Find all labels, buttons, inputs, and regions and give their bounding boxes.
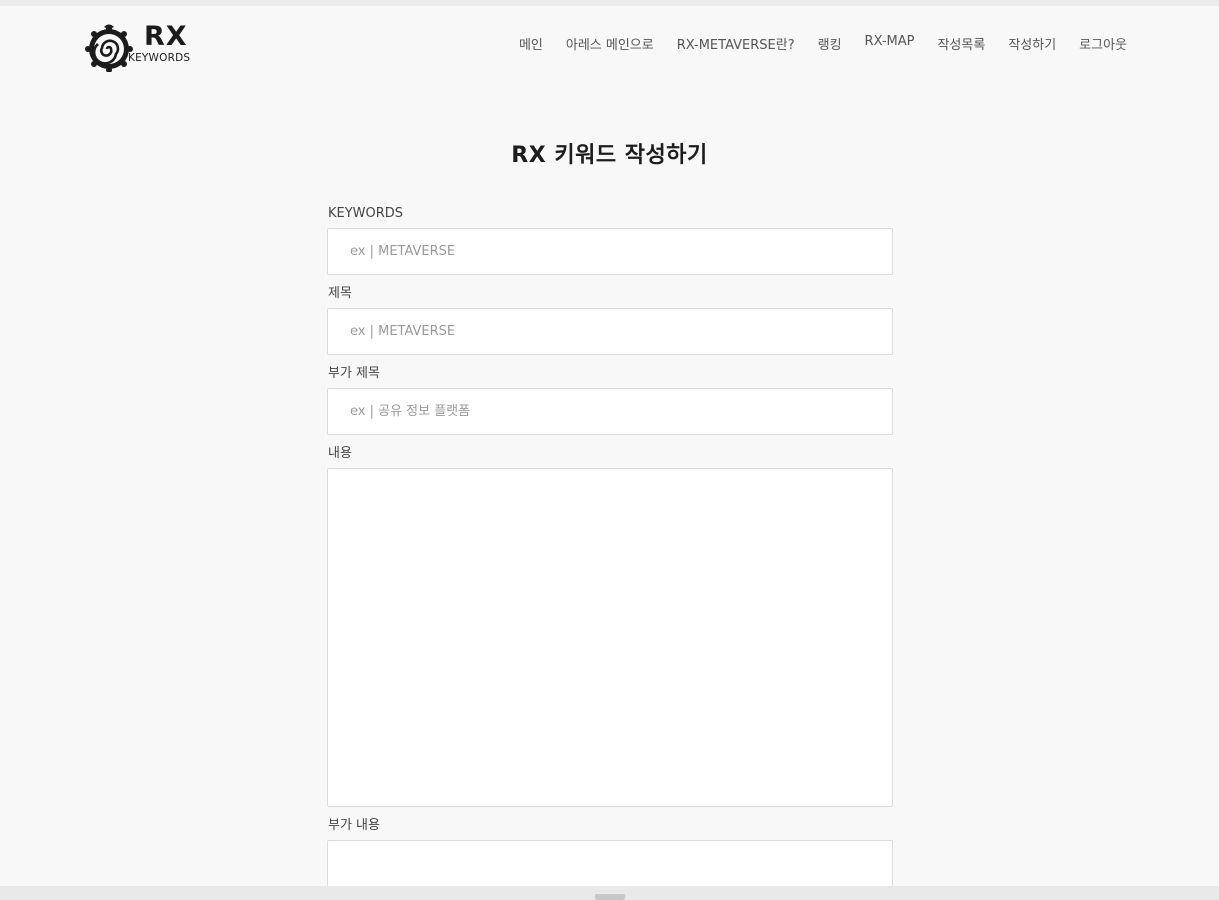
site-logo[interactable]: RX KEYWORDS: [84, 20, 214, 74]
nav-item-write[interactable]: 작성하기: [1008, 34, 1056, 53]
keyword-write-form: KEYWORDS 제목 부가 제목 내용 부가 내용: [327, 205, 893, 900]
extra-content-label: 부가 내용: [328, 818, 380, 833]
title-input[interactable]: [327, 308, 893, 355]
nav-item-ranking[interactable]: 랭킹: [818, 34, 842, 53]
site-header: RX KEYWORDS 메인 아레스 메인으로 RX-METAVERSE란? 랭…: [0, 6, 1219, 86]
nav-item-ares-main[interactable]: 아레스 메인으로: [566, 34, 654, 53]
nav-item-main[interactable]: 메인: [519, 34, 543, 53]
title-label: 제목: [328, 286, 352, 301]
nav-item-logout[interactable]: 로그아웃: [1079, 34, 1127, 53]
keywords-label: KEYWORDS: [328, 206, 404, 221]
main-nav: 메인 아레스 메인으로 RX-METAVERSE란? 랭킹 RX-MAP 작성목…: [519, 34, 1127, 53]
page-title: RX 키워드 작성하기: [511, 142, 708, 168]
spiral-emblem-icon: [85, 24, 133, 72]
subtitle-input[interactable]: [327, 388, 893, 435]
nav-item-about-metaverse[interactable]: RX-METAVERSE란?: [677, 34, 795, 53]
subtitle-label: 부가 제목: [328, 366, 380, 381]
nav-item-my-posts[interactable]: 작성목록: [937, 34, 985, 53]
content-label: 내용: [328, 446, 352, 461]
scrollbar-thumb[interactable]: [595, 894, 625, 900]
logo-subtitle: KEYWORDS: [128, 52, 191, 64]
logo-title: RX: [144, 21, 188, 52]
nav-item-rx-map[interactable]: RX-MAP: [865, 34, 915, 53]
content-textarea[interactable]: [327, 468, 893, 807]
keywords-input[interactable]: [327, 228, 893, 275]
